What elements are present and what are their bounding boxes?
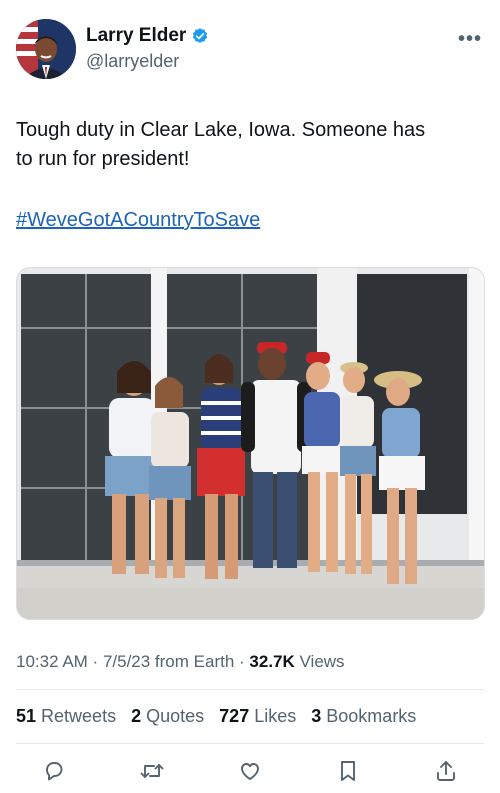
more-options-icon[interactable]: ••• — [458, 28, 482, 51]
tweet-text-line-1: Tough duty in Clear Lake, Iowa. Someone … — [16, 119, 426, 141]
quotes-count: 2 — [131, 706, 142, 726]
quotes-label: Quotes — [141, 706, 205, 726]
tweet-header: Larry Elder @larryelder ••• — [16, 16, 484, 82]
views-label: Views — [294, 652, 345, 671]
tweet-meta: 10:32 AM · 7/5/23 from Earth · 32.7K Vie… — [16, 652, 345, 672]
share-icon[interactable] — [432, 757, 460, 785]
tweet-photo[interactable] — [16, 267, 485, 620]
author-handle[interactable]: @larryelder — [86, 51, 209, 72]
tweet-date[interactable]: 7/5/23 — [103, 652, 150, 671]
bookmark-icon[interactable] — [334, 757, 362, 785]
retweets-stat[interactable]: 51 Retweets — [16, 706, 116, 726]
verified-badge-icon — [191, 27, 209, 45]
likes-count: 727 — [219, 706, 250, 726]
divider — [16, 743, 484, 744]
likes-label: Likes — [249, 706, 297, 726]
tweet-source: from Earth — [150, 652, 235, 671]
retweets-label: Retweets — [36, 706, 117, 726]
hashtag-link[interactable]: #WeveGotACountryToSave — [16, 209, 260, 232]
group-photo-icon — [17, 268, 484, 619]
quotes-stat[interactable]: 2 Quotes — [131, 706, 204, 726]
profile-photo-icon — [16, 19, 76, 79]
author-info: Larry Elder @larryelder — [86, 25, 209, 72]
name-row: Larry Elder — [86, 25, 209, 47]
tweet-text: Tough duty in Clear Lake, Iowa. Someone … — [16, 116, 486, 174]
bookmarks-count: 3 — [311, 706, 322, 726]
like-icon[interactable] — [236, 757, 264, 785]
tweet-time[interactable]: 10:32 AM — [16, 652, 88, 671]
reply-icon[interactable] — [40, 757, 68, 785]
divider — [16, 689, 484, 690]
display-name[interactable]: Larry Elder — [86, 25, 186, 47]
avatar[interactable] — [16, 19, 76, 79]
engagement-stats: 51 Retweets 2 Quotes 727 Likes 3 Bookmar… — [16, 706, 426, 727]
bookmarks-stat[interactable]: 3 Bookmarks — [311, 706, 416, 726]
meta-separator: · — [234, 652, 250, 671]
bookmarks-label: Bookmarks — [321, 706, 417, 726]
retweets-count: 51 — [16, 706, 37, 726]
likes-stat[interactable]: 727 Likes — [219, 706, 296, 726]
tweet-text-line-2: to run for president! — [16, 148, 190, 170]
action-bar — [40, 757, 460, 785]
meta-separator: · — [87, 652, 103, 671]
retweet-icon[interactable] — [138, 757, 166, 785]
views-count: 32.7K — [249, 652, 295, 671]
